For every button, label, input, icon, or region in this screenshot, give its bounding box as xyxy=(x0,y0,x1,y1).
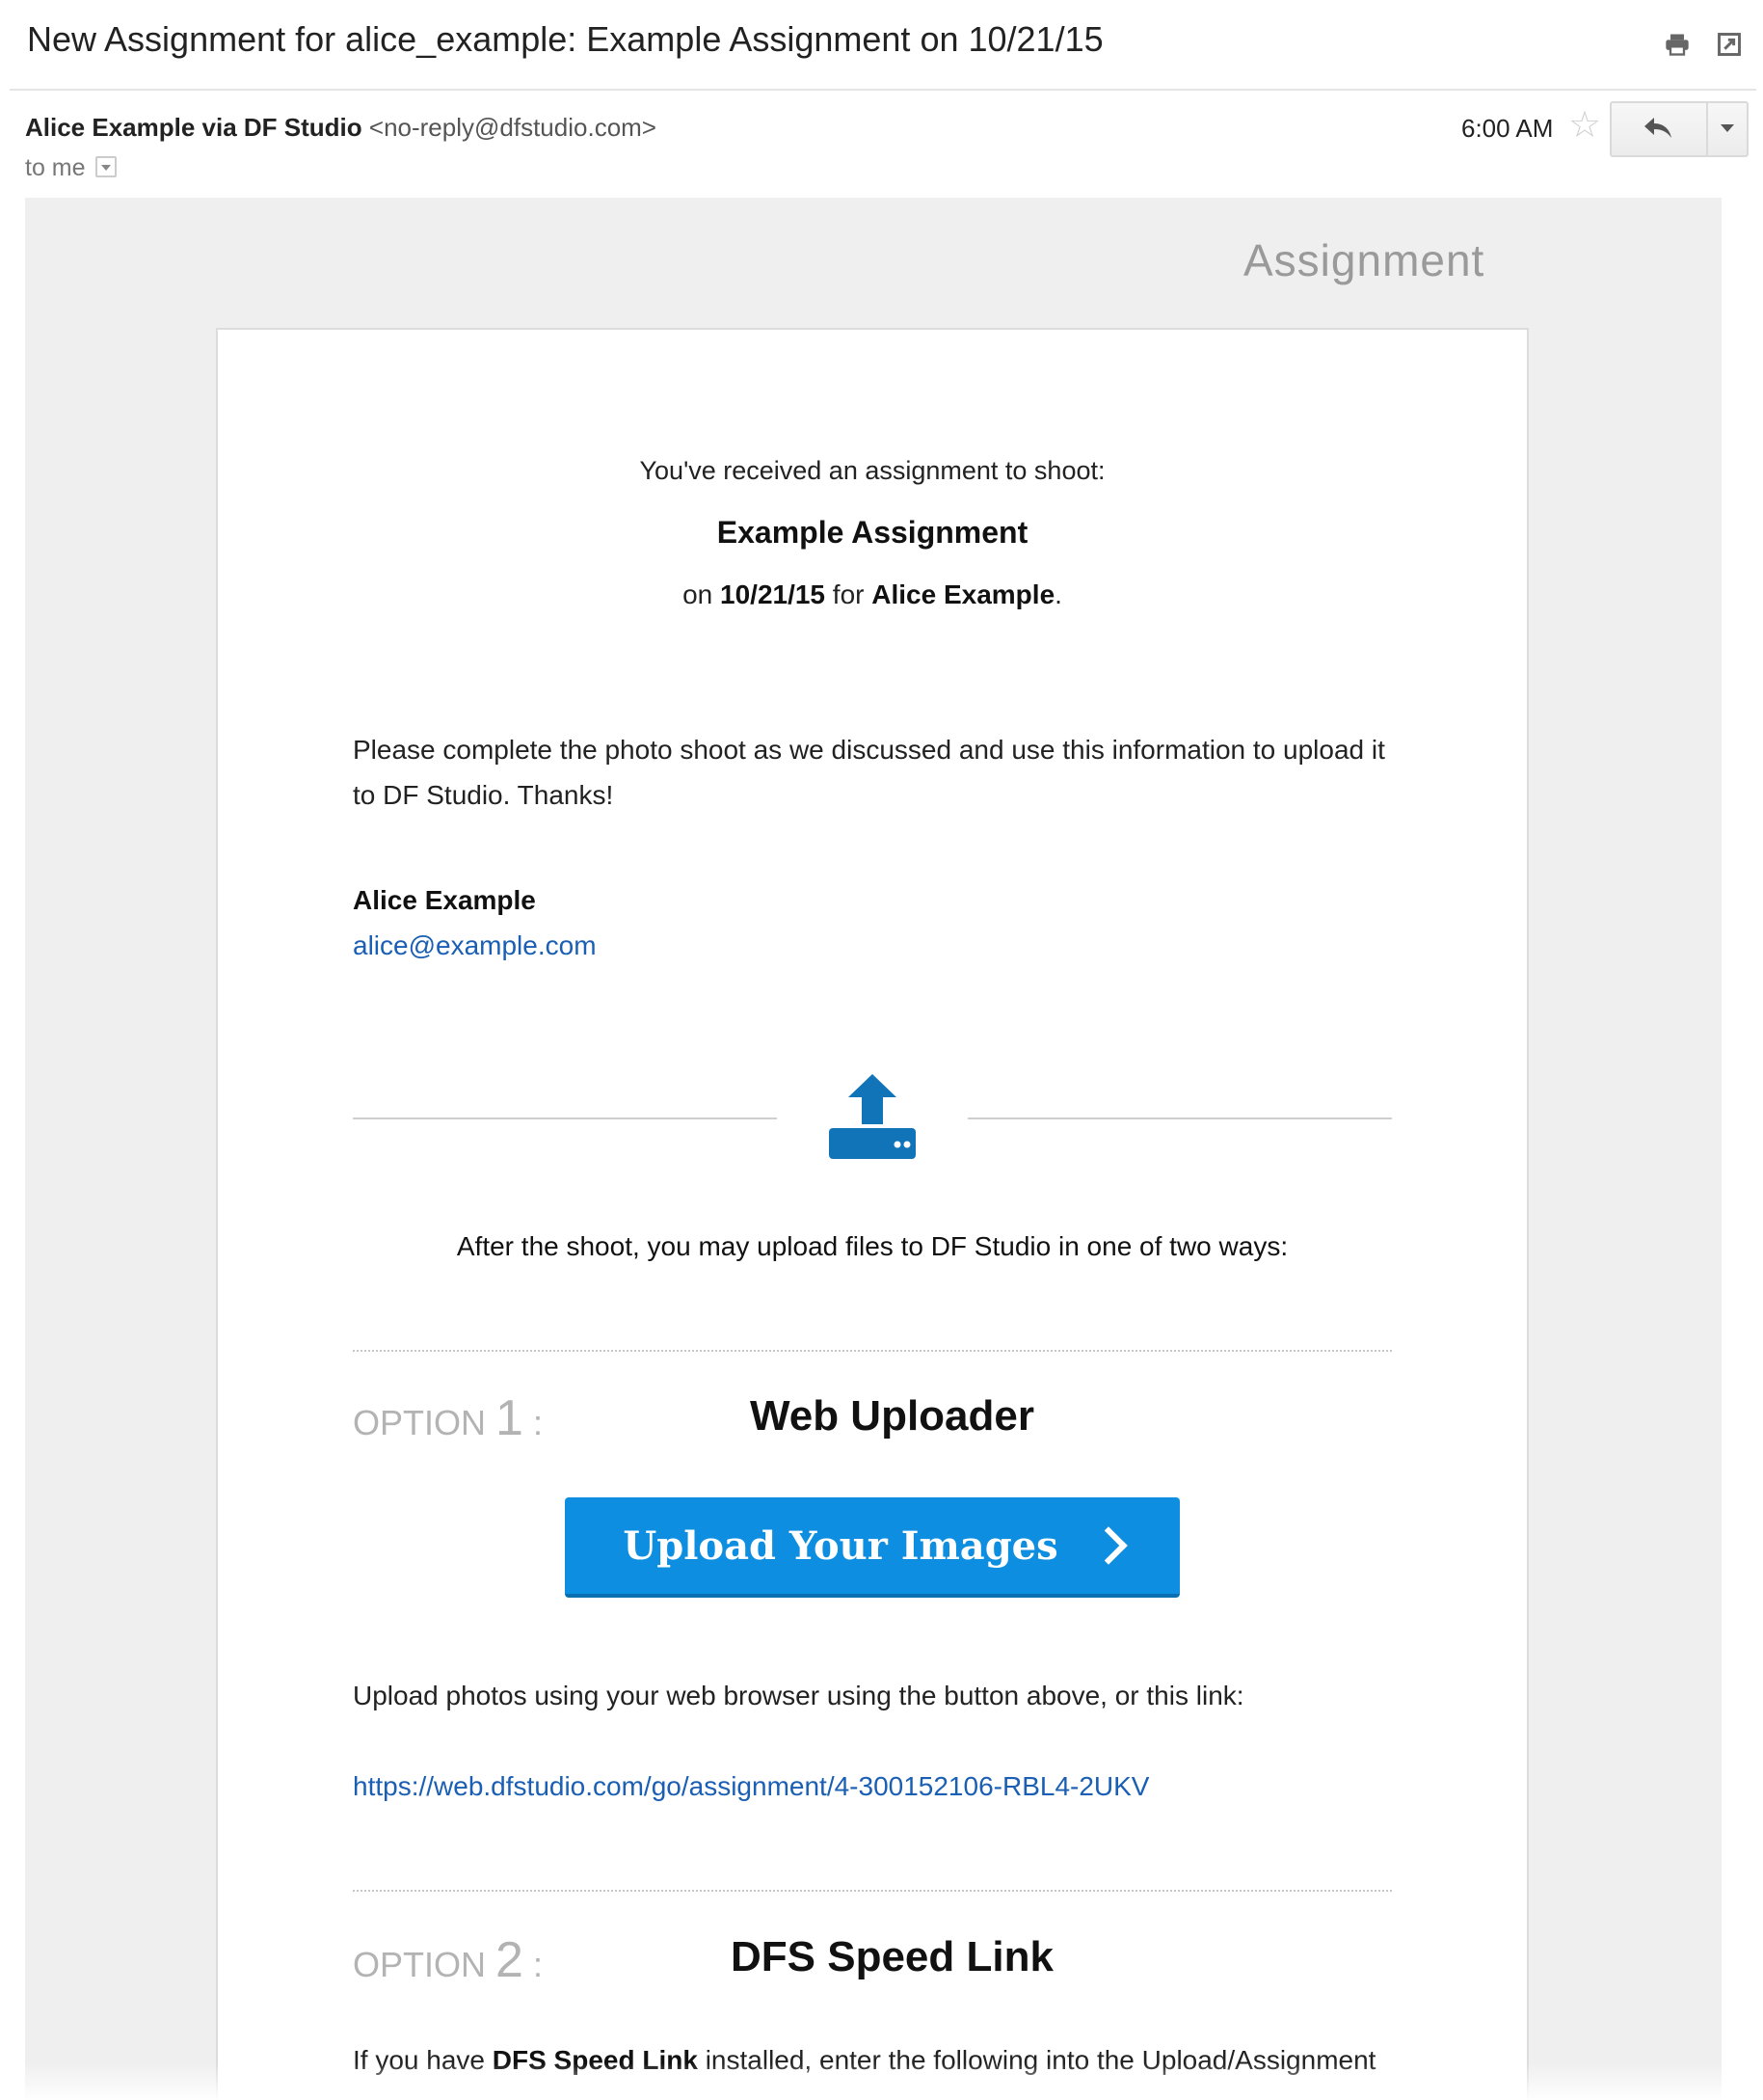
option-2-label: OPTION 2 : xyxy=(353,1931,543,1989)
message-line-2: to DF Studio. Thanks! xyxy=(353,780,614,810)
recipient-line[interactable]: to me xyxy=(25,154,117,182)
sender-name[interactable]: Alice Example via DF Studio xyxy=(25,113,362,142)
sender-line: Alice Example via DF Studio <no-reply@df… xyxy=(25,113,656,143)
more-actions-dropdown[interactable] xyxy=(1708,103,1747,155)
chevron-right-icon xyxy=(1088,1526,1128,1565)
option-1-colon: : xyxy=(532,1403,543,1442)
option-1-word: OPTION xyxy=(353,1403,487,1442)
reply-button[interactable] xyxy=(1612,103,1708,155)
assignment-upload-link[interactable]: https://web.dfstudio.com/go/assignment/4… xyxy=(353,1771,1149,1802)
upload-instructions: After the shoot, you may upload files to… xyxy=(456,1231,1289,1261)
bottom-fade xyxy=(0,2063,1763,2100)
period: . xyxy=(1055,579,1062,609)
option-1-label: OPTION 1 : xyxy=(353,1389,543,1447)
details-dropdown-icon[interactable] xyxy=(94,156,117,178)
divider-left xyxy=(353,1117,777,1119)
reply-button-group xyxy=(1610,101,1749,157)
new-window-icon[interactable] xyxy=(1716,31,1743,58)
star-icon[interactable]: ☆ xyxy=(1568,107,1601,144)
assignment-details: on 10/21/15 for Alice Example. xyxy=(216,579,1529,610)
assignment-heading: Assignment xyxy=(1243,235,1485,285)
upload-images-button[interactable]: Upload Your Images xyxy=(565,1497,1180,1598)
option-2-colon: : xyxy=(532,1945,543,1984)
upload-icon xyxy=(829,1074,916,1159)
option-2-word: OPTION xyxy=(353,1945,487,1984)
email-subject: New Assignment for alice_example: Exampl… xyxy=(27,19,1104,59)
on-prefix: on xyxy=(682,579,713,609)
signature-name: Alice Example xyxy=(353,885,536,915)
reply-icon xyxy=(1644,118,1671,138)
print-icon[interactable] xyxy=(1664,31,1691,58)
message-line-1: Please complete the photo shoot as we di… xyxy=(353,735,1385,765)
intro-text: You've received an assignment to shoot: xyxy=(639,456,1106,485)
for-text: for xyxy=(832,579,865,609)
email-time: 6:00 AM xyxy=(1461,114,1554,143)
option-1-number: 1 xyxy=(495,1390,523,1446)
divider-right xyxy=(968,1117,1392,1119)
sender-email: <no-reply@dfstudio.com> xyxy=(368,113,656,142)
signature-email-link[interactable]: alice@example.com xyxy=(353,930,597,961)
option-2-number: 2 xyxy=(495,1932,523,1988)
header-divider xyxy=(10,89,1756,91)
option-1-title: Web Uploader xyxy=(750,1392,1035,1440)
upload-button-label: Upload Your Images xyxy=(623,1522,1058,1569)
option-divider-1 xyxy=(353,1350,1392,1352)
assignment-name: Example Assignment xyxy=(716,515,1028,550)
assignment-date: 10/21/15 xyxy=(720,579,826,609)
client-name: Alice Example xyxy=(871,579,1055,609)
recipient-label: to me xyxy=(25,154,86,181)
option-2-title: DFS Speed Link xyxy=(731,1933,1054,1980)
option-1-description: Upload photos using your web browser usi… xyxy=(353,1681,1244,1710)
option-divider-2 xyxy=(353,1890,1392,1892)
